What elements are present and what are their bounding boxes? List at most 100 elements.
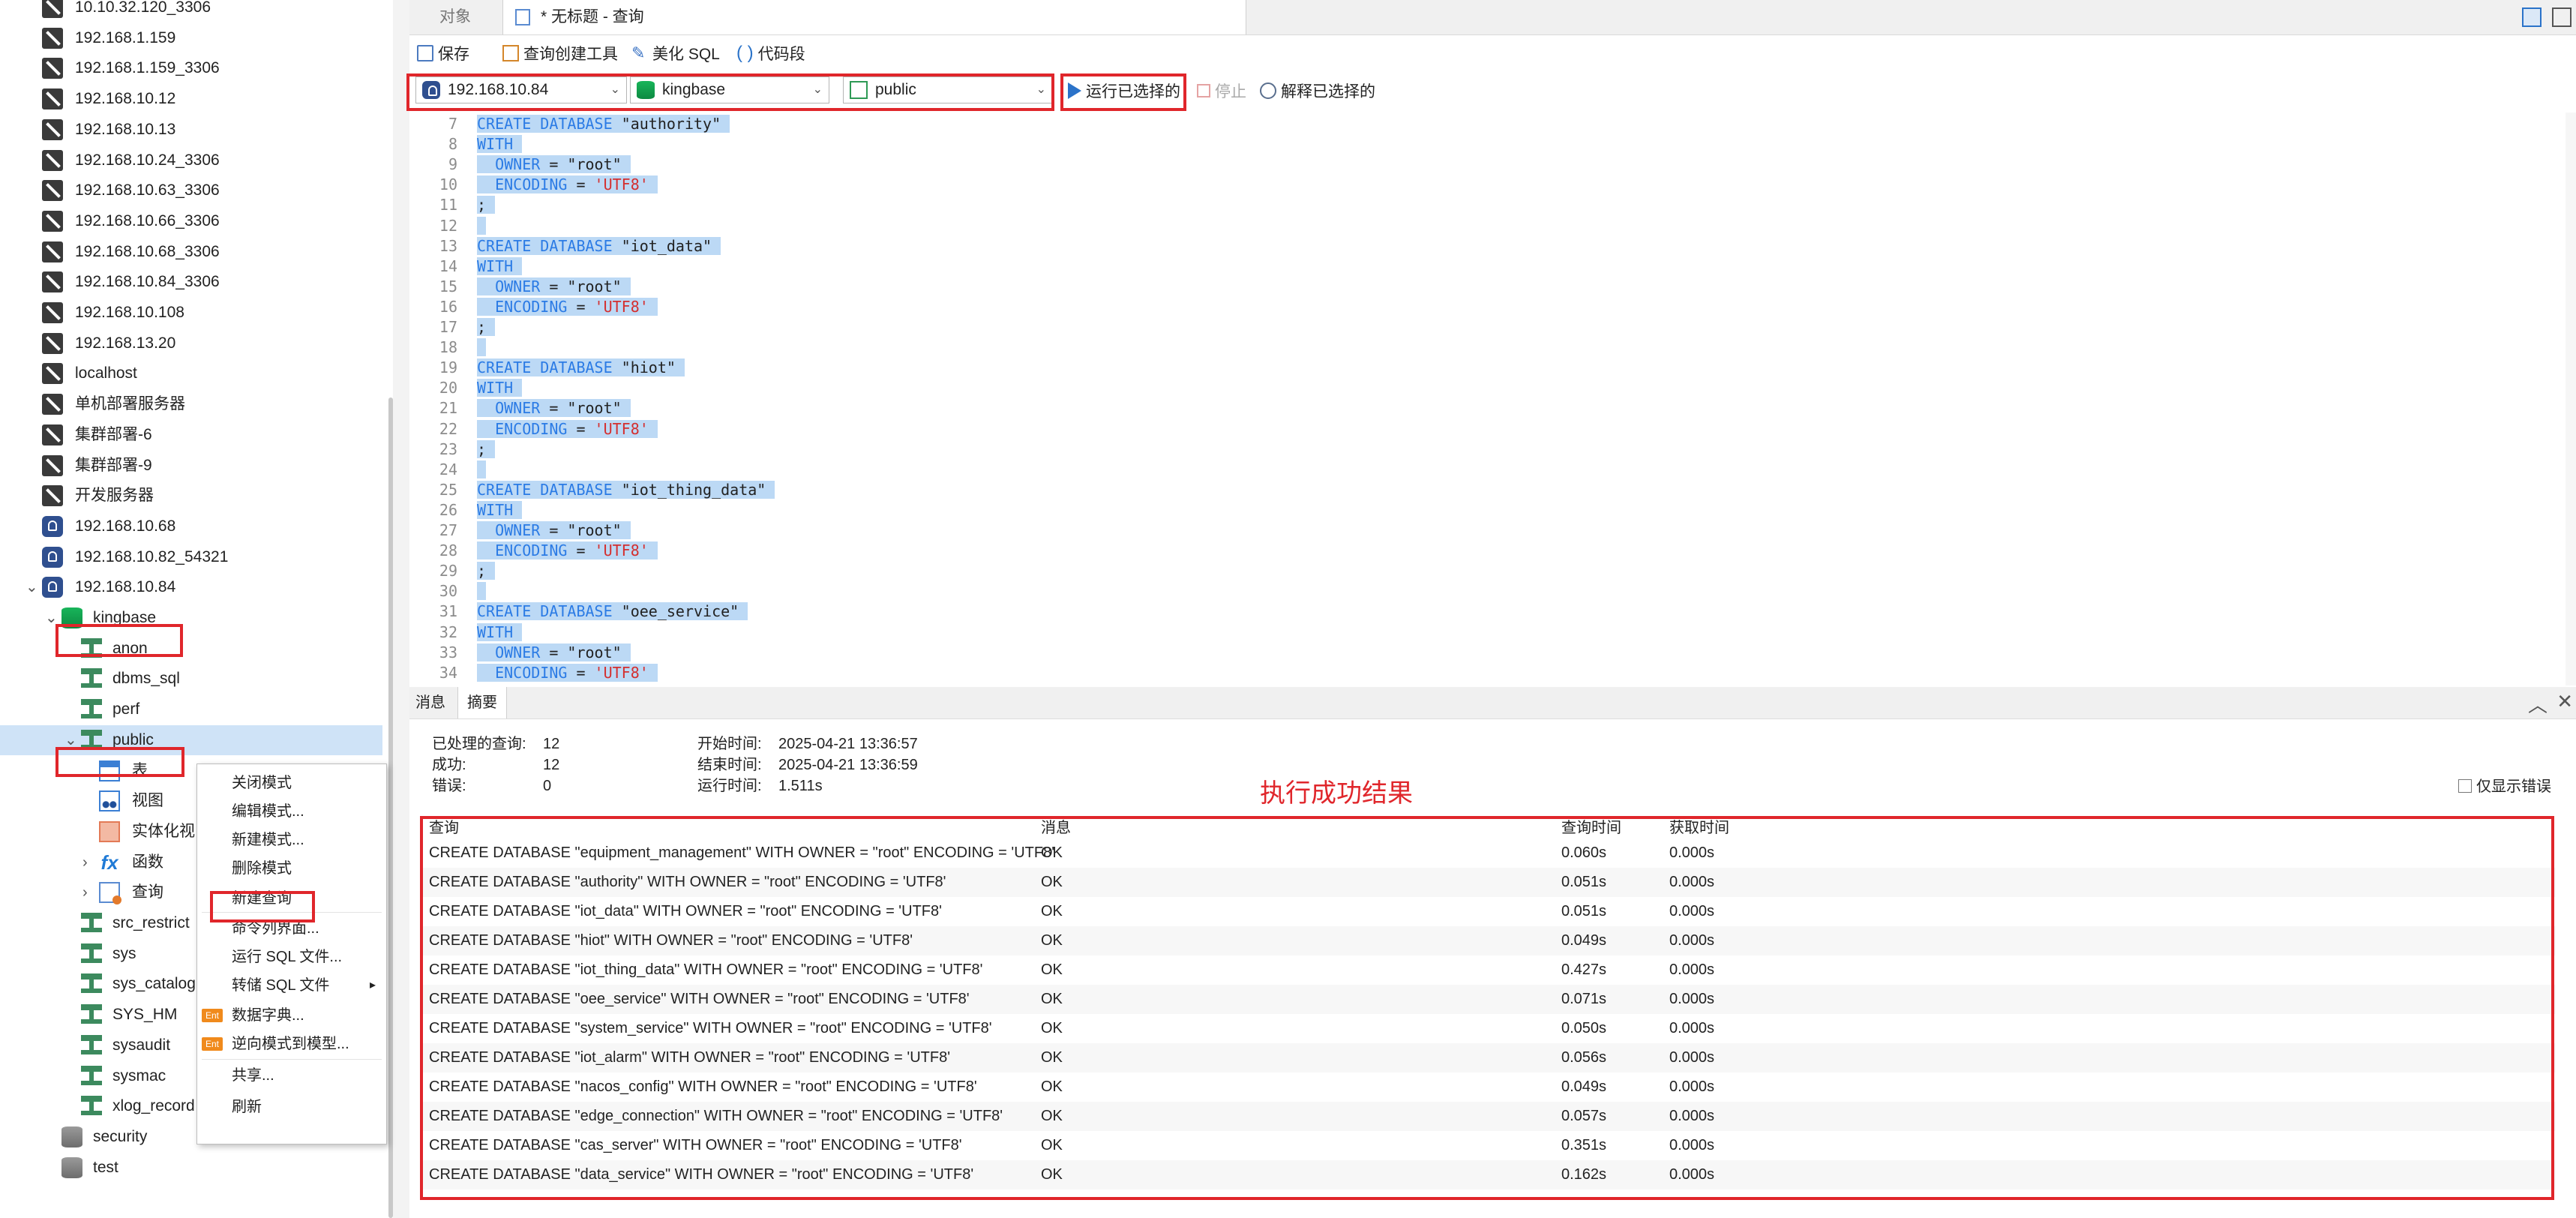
tab-messages[interactable]: 消息 xyxy=(415,687,445,718)
code-text: ; xyxy=(477,317,496,338)
only-errors-checkbox[interactable]: 仅显示错误 xyxy=(2458,774,2551,796)
connection-item[interactable]: 192.168.10.68_3306 xyxy=(0,237,382,267)
elapsed-value: 1.511s xyxy=(778,778,823,794)
tree-item-label: 192.168.10.84 xyxy=(75,578,176,596)
tab-query[interactable]: * 无标题 - 查询 xyxy=(502,0,1246,34)
connection-item[interactable]: 单机部署服务器 xyxy=(0,389,382,419)
code-line: 25 CREATE DATABASE "iot_thing_data" xyxy=(409,480,1234,500)
schema-item[interactable]: perf xyxy=(0,694,382,724)
line-number: 13 xyxy=(439,236,457,255)
selection-highlight: ; xyxy=(477,440,496,458)
context-menu-item[interactable]: Ent 数据字典... xyxy=(197,1001,386,1030)
connection-item[interactable]: 10.10.32.120_3306 xyxy=(0,0,382,22)
code-text: ; xyxy=(477,561,496,581)
connection-item[interactable]: 192.168.10.84_3306 xyxy=(0,267,382,297)
code-line: 11; xyxy=(409,195,1234,215)
tab-summary[interactable]: 摘要 xyxy=(457,687,507,718)
connection-item[interactable]: 192.168.10.12 xyxy=(0,84,382,114)
code-token: OWNER xyxy=(495,277,541,296)
context-menu-item[interactable]: 运行 SQL 文件... xyxy=(197,943,386,971)
materialized-view-icon xyxy=(99,820,120,842)
line-number: 8 xyxy=(448,135,457,154)
code-token: ENCODING xyxy=(495,297,568,316)
processed-label: 已处理的查询: xyxy=(432,736,526,752)
context-menu-item[interactable]: 共享... xyxy=(197,1061,386,1090)
code-line: 12 xyxy=(409,216,1234,236)
explain-selected-button[interactable]: 解释已选择的 xyxy=(1260,74,1375,111)
chevron-right-icon[interactable]: › xyxy=(82,848,88,878)
error-label: 错误: xyxy=(432,778,466,794)
line-number: 28 xyxy=(439,542,457,560)
connection-item[interactable]: 集群部署-9 xyxy=(0,451,382,481)
query-builder-button[interactable]: 查询创建工具 xyxy=(502,38,618,72)
selection-highlight xyxy=(477,582,487,601)
tree-item-label: SYS_HM xyxy=(112,1006,178,1024)
tree-item-label: 集群部署-6 xyxy=(75,425,152,443)
only-errors-label: 仅显示错误 xyxy=(2476,778,2551,795)
code-token: WITH xyxy=(477,500,514,519)
stop-button[interactable]: 停止 xyxy=(1197,74,1246,111)
code-token: CREATE DATABASE xyxy=(477,115,622,133)
code-token: "oee_service" xyxy=(621,602,739,621)
query-builder-label: 查询创建工具 xyxy=(523,46,618,63)
connection-item[interactable]: 192.168.1.159 xyxy=(0,23,382,53)
code-text: OWNER = "root" xyxy=(477,398,631,418)
context-menu-item[interactable]: Ent 逆向模式到模型... xyxy=(197,1030,386,1058)
schema-item[interactable]: dbms_sql xyxy=(0,664,382,694)
result-tabs: 消息 摘要 ︿ ✕ xyxy=(409,687,2576,719)
code-snippet-button[interactable]: ( ) 代码段 xyxy=(736,38,805,72)
context-menu-item[interactable]: 编辑模式... xyxy=(197,797,386,826)
connection-item[interactable]: 192.168.10.13 xyxy=(0,115,382,145)
code-token: CREATE DATABASE xyxy=(477,358,622,377)
code-line: 22 ENCODING = 'UTF8' xyxy=(409,419,1234,440)
connection-item[interactable]: 192.168.10.108 xyxy=(0,298,382,328)
code-token: WITH xyxy=(477,379,514,398)
context-menu-item[interactable]: 删除模式 xyxy=(197,854,386,883)
code-line: 13 CREATE DATABASE "iot_data" xyxy=(409,236,1234,256)
save-button[interactable]: 保存 xyxy=(417,38,469,72)
code-line: 9 OWNER = "root" xyxy=(409,154,1234,175)
connection-item[interactable]: 集群部署-6 xyxy=(0,420,382,450)
connection-item[interactable]: 192.168.13.20 xyxy=(0,328,382,358)
sql-editor[interactable]: 7 CREATE DATABASE "authority" 8 WITH 9 OWN… xyxy=(409,112,2566,686)
context-menu: 关闭模式 编辑模式... 新建模式... 删除模式 新建查询 命令列界面... 运行 SQL… xyxy=(196,764,387,1144)
chevron-down-icon[interactable]: ⌄ xyxy=(25,572,38,602)
database-item[interactable]: test xyxy=(0,1153,382,1183)
context-menu-item[interactable]: 刷新 xyxy=(197,1093,386,1121)
connection-item[interactable]: 192.168.10.82_54321 xyxy=(0,542,382,572)
code-token: 'UTF8' xyxy=(594,663,649,682)
context-menu-item[interactable]: 转储 SQL 文件 ▸ xyxy=(197,971,386,1000)
chevron-right-icon[interactable]: › xyxy=(82,878,88,908)
connection-item[interactable]: 192.168.1.159_3306 xyxy=(0,53,382,83)
editor-scrollbar[interactable] xyxy=(2566,112,2576,686)
beautify-sql-button[interactable]: ✎ 美化 SQL xyxy=(631,38,720,72)
code-text: WITH xyxy=(477,622,523,643)
layout-horizontal-icon[interactable] xyxy=(2522,8,2542,27)
tree-item-label: 192.168.10.108 xyxy=(75,304,184,321)
tree-item-label: 函数 xyxy=(132,853,163,871)
connection-item[interactable]: 192.168.10.24_3306 xyxy=(0,146,382,176)
layout-vertical-icon[interactable] xyxy=(2552,8,2572,27)
connection-item[interactable]: 192.168.10.66_3306 xyxy=(0,206,382,236)
tree-item-label: sysmac xyxy=(112,1066,166,1084)
context-menu-item[interactable]: 关闭模式 xyxy=(197,769,386,797)
connection-icon xyxy=(42,149,63,171)
connection-item[interactable]: 开发服务器 xyxy=(0,481,382,511)
toolbar: 保存 查询创建工具 ✎ 美化 SQL ( ) 代码段 xyxy=(409,38,2576,72)
code-token: ENCODING xyxy=(495,176,568,194)
connection-item[interactable]: 192.168.10.68 xyxy=(0,512,382,542)
code-token: = "root" xyxy=(540,277,622,296)
code-token: = xyxy=(567,542,595,560)
selection-highlight: ; xyxy=(477,196,496,214)
connection-item[interactable]: ⌄ 192.168.10.84 xyxy=(0,572,382,602)
collapse-icon[interactable]: ︿ xyxy=(2528,690,2548,718)
tree-item-label: sys xyxy=(112,944,136,962)
line-number: 16 xyxy=(439,297,457,316)
connection-item[interactable]: 192.168.10.63_3306 xyxy=(0,176,382,206)
context-menu-item[interactable]: 新建模式... xyxy=(197,826,386,854)
panel-divider[interactable] xyxy=(393,0,409,1218)
tab-objects[interactable]: 对象 xyxy=(439,0,471,34)
connection-item[interactable]: localhost xyxy=(0,358,382,388)
close-icon[interactable]: ✕ xyxy=(2557,690,2573,713)
